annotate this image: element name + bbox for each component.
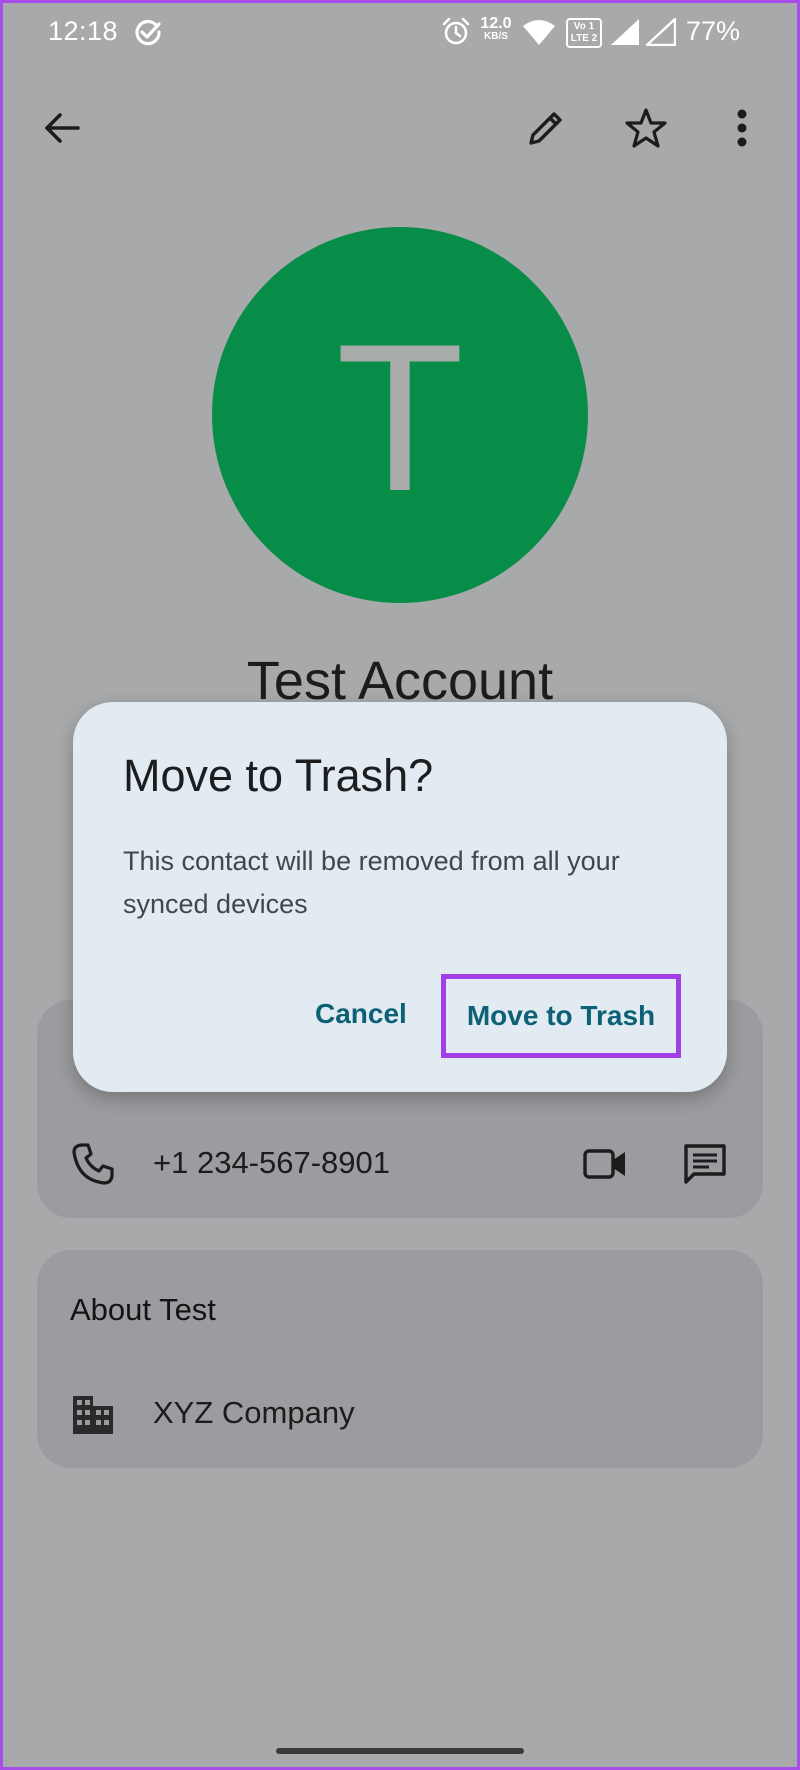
back-arrow-icon (45, 113, 80, 143)
about-card-title: About Test (70, 1292, 216, 1327)
move-to-trash-dialog: Move to Trash? This contact will be remo… (73, 702, 727, 1092)
edit-button[interactable] (518, 100, 574, 156)
signal-strength-icon (611, 19, 639, 45)
message-icon[interactable] (681, 1140, 729, 1188)
cancel-button[interactable]: Cancel (315, 998, 407, 1030)
volte-top-text: Vo 1 (573, 21, 595, 32)
status-time: 12:18 (48, 16, 119, 46)
network-speed-unit: KB/S (484, 31, 508, 42)
more-options-button[interactable] (714, 100, 770, 156)
company-building-icon (73, 1396, 113, 1434)
favorite-button[interactable] (618, 100, 674, 156)
check-circle-icon (135, 20, 161, 46)
company-name: XYZ Company (153, 1395, 355, 1430)
dialog-title: Move to Trash? (123, 750, 434, 801)
more-vert-icon (737, 109, 747, 147)
dialog-message: This contact will be removed from all yo… (123, 846, 620, 919)
back-button[interactable] (34, 100, 90, 156)
move-to-trash-button[interactable]: Move to Trash (441, 974, 681, 1058)
about-card: About Test XYZ Company (37, 1250, 763, 1468)
edit-pencil-icon (529, 112, 562, 145)
star-icon (625, 108, 667, 148)
network-speed: 12.0 KB/S (478, 16, 514, 42)
avatar-initial: T (335, 300, 465, 535)
alarm-icon (442, 17, 470, 45)
wifi-icon (523, 20, 555, 45)
status-bar: 12:18 12.0 KB/S Vo 1 LTE 2 77% (0, 0, 800, 68)
signal-strength-icon (646, 18, 676, 46)
gesture-nav-handle[interactable] (276, 1748, 524, 1754)
phone-number[interactable]: +1 234-567-8901 (153, 1145, 390, 1181)
phone-icon[interactable] (69, 1140, 117, 1188)
video-call-icon[interactable] (581, 1140, 629, 1188)
volte-bottom-text: LTE 2 (570, 33, 598, 44)
contact-avatar: T (212, 227, 588, 603)
volte-lte-badge: Vo 1 LTE 2 (566, 18, 602, 48)
network-speed-value: 12.0 (480, 15, 512, 32)
battery-percentage: 77% (686, 16, 741, 46)
